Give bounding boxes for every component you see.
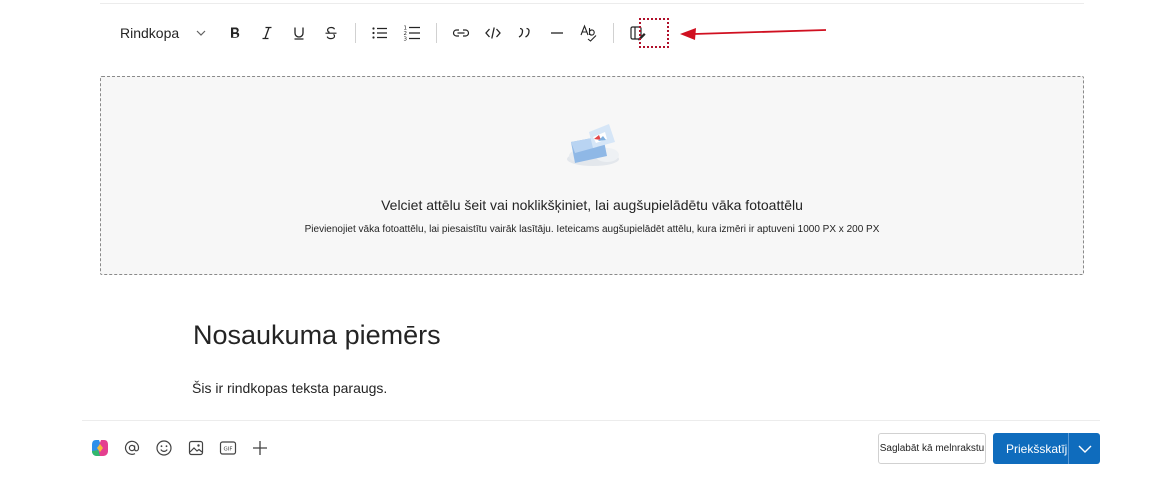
- save-draft-button[interactable]: Saglabāt kā melnrakstu: [878, 433, 986, 464]
- gif-label: GIF: [223, 446, 232, 452]
- toolbar-divider: [613, 23, 615, 43]
- bottom-toolbar: GIF: [88, 436, 272, 460]
- chevron-down-icon: [193, 25, 209, 41]
- image-icon[interactable]: [184, 436, 208, 460]
- italic-icon[interactable]: [251, 18, 283, 48]
- preview-button[interactable]: Priekšskatījums: [993, 433, 1090, 464]
- strikethrough-icon[interactable]: [315, 18, 347, 48]
- link-icon[interactable]: [445, 18, 477, 48]
- dropzone-title: Velciet attēlu šeit vai noklikšķiniet, l…: [381, 197, 803, 213]
- spellcheck-icon[interactable]: [573, 18, 605, 48]
- dropzone-subtitle: Pievienojiet vāka fotoattēlu, lai piesai…: [304, 224, 880, 235]
- paragraph-style-select[interactable]: Rindkopa: [110, 18, 219, 48]
- preview-dropdown-button[interactable]: [1068, 433, 1100, 464]
- emoji-icon[interactable]: [152, 436, 176, 460]
- upload-illustration-icon: [567, 124, 619, 166]
- article-paragraph[interactable]: Šis ir rindkopas teksta paraugs.: [192, 380, 387, 396]
- svg-text:3: 3: [404, 37, 408, 43]
- callout-arrow-icon: [680, 28, 827, 40]
- paragraph-style-label: Rindkopa: [120, 25, 180, 41]
- toolbar-divider: [355, 23, 357, 43]
- toolbar-divider: [436, 23, 438, 43]
- code-icon[interactable]: [477, 18, 509, 48]
- bottom-divider: [82, 420, 1100, 421]
- top-divider: [100, 3, 1084, 4]
- article-heading[interactable]: Nosaukuma piemērs: [193, 320, 441, 351]
- underline-icon[interactable]: [283, 18, 315, 48]
- mention-icon[interactable]: [120, 436, 144, 460]
- quote-icon[interactable]: [509, 18, 541, 48]
- divider-icon[interactable]: [541, 18, 573, 48]
- chevron-down-icon: [1078, 445, 1091, 453]
- add-icon[interactable]: [248, 436, 272, 460]
- bold-icon[interactable]: [219, 18, 251, 48]
- formatting-toolbar: Rindkopa 123: [110, 18, 654, 48]
- cover-edit-highlight: [639, 18, 669, 48]
- gif-icon[interactable]: GIF: [216, 436, 240, 460]
- numbered-list-icon[interactable]: 123: [396, 18, 428, 48]
- copilot-icon[interactable]: [88, 436, 112, 460]
- cover-photo-dropzone[interactable]: Velciet attēlu šeit vai noklikšķiniet, l…: [100, 76, 1084, 275]
- bulleted-list-icon[interactable]: [364, 18, 396, 48]
